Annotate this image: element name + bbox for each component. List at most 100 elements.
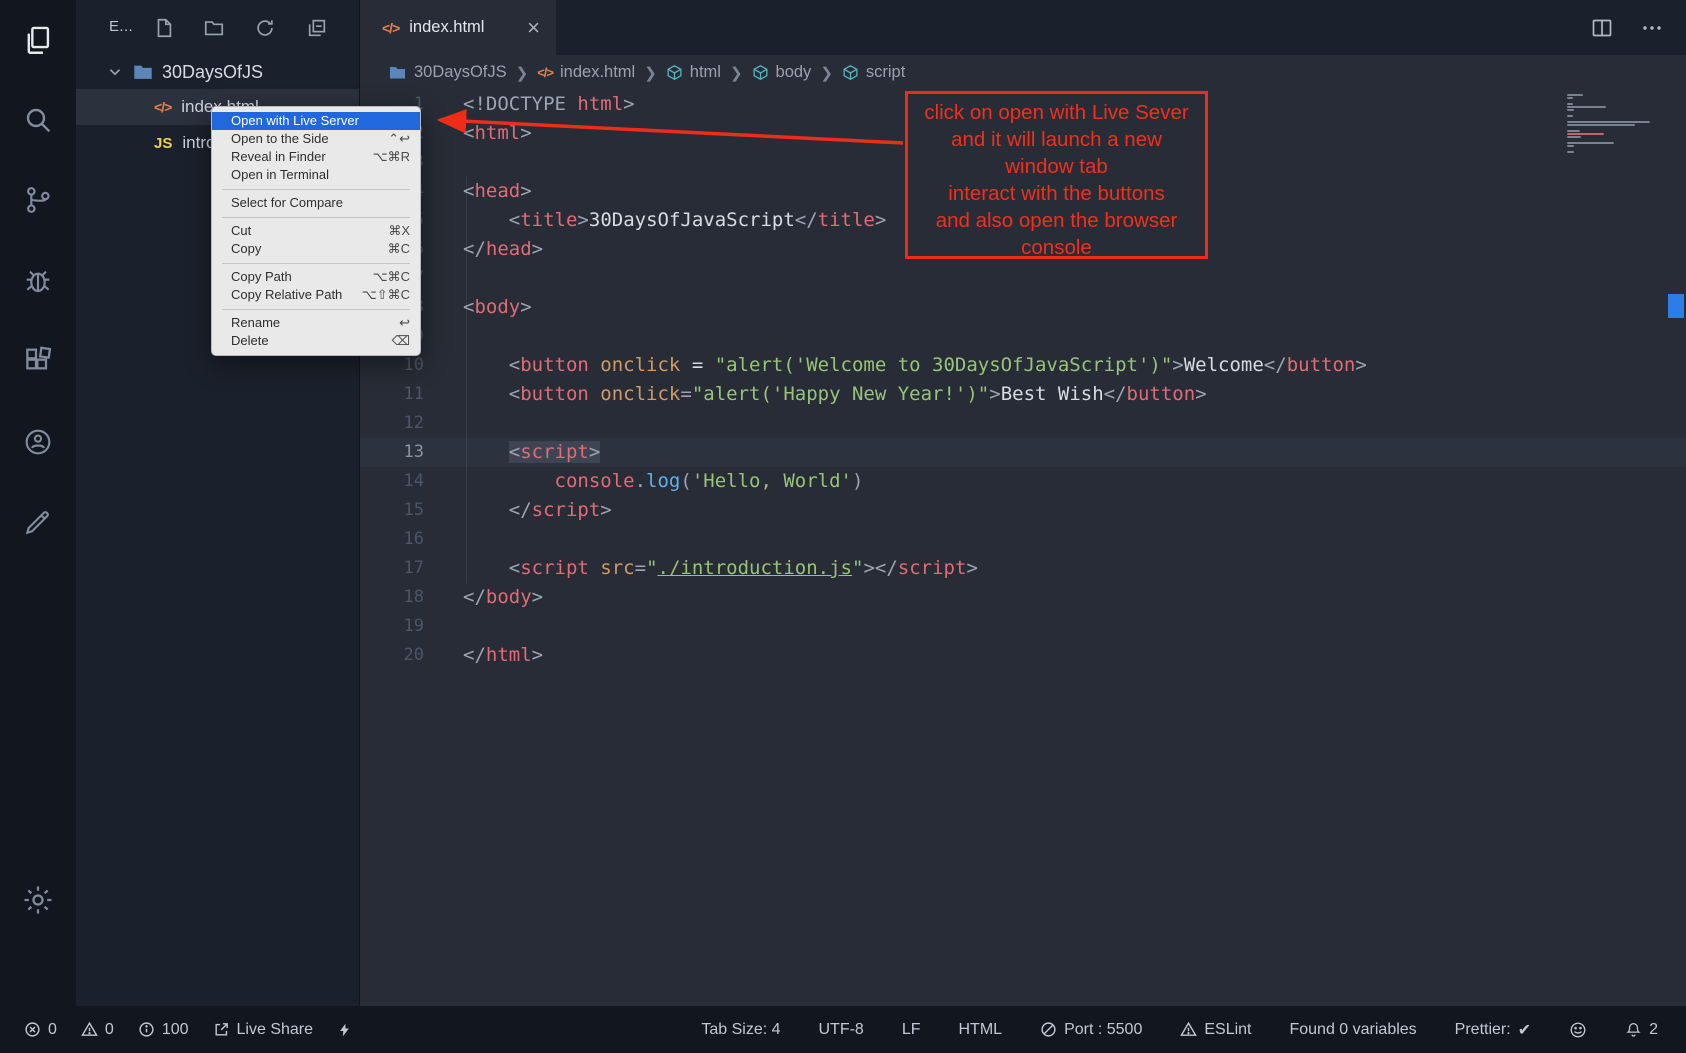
chevron-right-icon: ❯ bbox=[820, 64, 833, 82]
breadcrumb-item-html[interactable]: html bbox=[666, 63, 721, 82]
code-line-9[interactable]: 9 bbox=[360, 322, 1686, 351]
code-line-14[interactable]: 14 console.log('Hello, World') bbox=[360, 467, 1686, 496]
tab-index-html[interactable]: </> index.html × bbox=[360, 0, 556, 55]
encoding-status[interactable]: UTF-8 bbox=[819, 1021, 864, 1039]
tab-close-icon[interactable]: × bbox=[527, 17, 540, 39]
folder-icon bbox=[132, 61, 154, 83]
overview-ruler-marker[interactable] bbox=[1668, 294, 1684, 318]
language-mode-status[interactable]: HTML bbox=[959, 1021, 1003, 1039]
minimap-line bbox=[1567, 115, 1573, 117]
breadcrumb-item-folder[interactable]: 30DaysOfJS bbox=[388, 63, 507, 82]
code-text: <!DOCTYPE html> bbox=[463, 90, 635, 119]
bell-icon bbox=[1625, 1021, 1642, 1039]
new-file-icon bbox=[153, 17, 175, 39]
menu-item-cut[interactable]: Cut ⌘X bbox=[212, 222, 420, 240]
code-line-19[interactable]: 19 bbox=[360, 612, 1686, 641]
activity-bar bbox=[0, 0, 76, 1006]
errors-status[interactable]: 0 bbox=[24, 1021, 57, 1039]
html-file-icon: </> bbox=[154, 99, 171, 115]
menu-item-copy[interactable]: Copy ⌘C bbox=[212, 240, 420, 258]
live-server-port-status[interactable]: Port : 5500 bbox=[1040, 1021, 1142, 1039]
minimap-line bbox=[1567, 121, 1650, 123]
code-text: <script> bbox=[463, 438, 600, 467]
more-actions-icon bbox=[1640, 16, 1664, 40]
refresh-icon bbox=[254, 17, 276, 39]
split-editor-button[interactable] bbox=[1590, 16, 1614, 40]
more-actions-button[interactable] bbox=[1640, 16, 1664, 40]
code-line-13[interactable]: 13 <script> bbox=[360, 438, 1686, 467]
live-share-button[interactable] bbox=[16, 420, 60, 464]
info-status[interactable]: 100 bbox=[138, 1021, 189, 1039]
code-text: <html> bbox=[463, 119, 532, 148]
warnings-status[interactable]: 0 bbox=[81, 1021, 114, 1039]
menu-item-reveal-in-finder[interactable]: Reveal in Finder ⌥⌘R bbox=[212, 148, 420, 166]
menu-item-open-in-terminal[interactable]: Open in Terminal bbox=[212, 166, 420, 184]
code-line-20[interactable]: 20</html> bbox=[360, 641, 1686, 670]
new-folder-button[interactable] bbox=[201, 15, 227, 41]
code-line-8[interactable]: 8<body> bbox=[360, 293, 1686, 322]
folder-root-30daysofjs[interactable]: 30DaysOfJS bbox=[76, 55, 359, 89]
menu-item-copy-relative-path[interactable]: Copy Relative Path ⌥⇧⌘C bbox=[212, 286, 420, 304]
source-control-button[interactable] bbox=[16, 178, 60, 222]
eol-status[interactable]: LF bbox=[902, 1021, 921, 1039]
variables-status[interactable]: Found 0 variables bbox=[1289, 1021, 1416, 1039]
code-line-7[interactable]: 7 bbox=[360, 264, 1686, 293]
code-text: <script src="./introduction.js"></script… bbox=[463, 554, 978, 583]
line-number: 14 bbox=[360, 467, 424, 496]
code-line-12[interactable]: 12 bbox=[360, 409, 1686, 438]
search-button[interactable] bbox=[16, 98, 60, 142]
lightning-status[interactable] bbox=[337, 1021, 359, 1039]
info-circle-icon bbox=[138, 1021, 155, 1038]
minimap[interactable] bbox=[1567, 94, 1662, 154]
js-file-icon: JS bbox=[154, 135, 172, 152]
feedback-smiley-status[interactable] bbox=[1569, 1021, 1587, 1039]
folder-icon bbox=[388, 63, 407, 82]
eslint-status[interactable]: ESLint bbox=[1180, 1021, 1251, 1039]
chevron-right-icon: ❯ bbox=[516, 64, 529, 82]
code-text: console.log('Hello, World') bbox=[463, 467, 863, 496]
tab-size-status[interactable]: Tab Size: 4 bbox=[701, 1021, 780, 1039]
code-line-11[interactable]: 11 <button onclick="alert('Happy New Yea… bbox=[360, 380, 1686, 409]
minimap-line bbox=[1567, 151, 1574, 153]
refresh-button[interactable] bbox=[252, 15, 278, 41]
breadcrumb-item-file[interactable]: </> index.html bbox=[537, 63, 635, 82]
code-text: <button onclick="alert('Happy New Year!'… bbox=[463, 380, 1207, 409]
live-share-status[interactable]: Live Share bbox=[213, 1021, 314, 1039]
code-line-18[interactable]: 18</body> bbox=[360, 583, 1686, 612]
status-bar: 0 0 100 Live Share Tab Size: 4 UTF-8 LF … bbox=[0, 1006, 1686, 1053]
extensions-button[interactable] bbox=[16, 339, 60, 383]
symbol-cube-icon bbox=[666, 64, 683, 81]
breadcrumb-item-script[interactable]: script bbox=[842, 63, 905, 82]
root-folder-label: 30DaysOfJS bbox=[162, 62, 263, 83]
settings-button[interactable] bbox=[16, 878, 60, 922]
prettier-status[interactable]: Prettier: ✔ bbox=[1455, 1020, 1531, 1040]
tab-label: index.html bbox=[409, 18, 484, 37]
menu-item-rename[interactable]: Rename ↩ bbox=[212, 314, 420, 332]
menu-item-delete[interactable]: Delete ⌫ bbox=[212, 332, 420, 350]
edit-feedback-button[interactable] bbox=[16, 500, 60, 544]
lightning-icon bbox=[337, 1021, 352, 1039]
port-slash-icon bbox=[1040, 1021, 1057, 1038]
code-line-17[interactable]: 17 <script src="./introduction.js"></scr… bbox=[360, 554, 1686, 583]
code-line-15[interactable]: 15 </script> bbox=[360, 496, 1686, 525]
check-icon: ✔ bbox=[1518, 1020, 1531, 1040]
menu-item-open-to-the-side[interactable]: Open to the Side ⌃↩ bbox=[212, 130, 420, 148]
new-file-button[interactable] bbox=[151, 15, 177, 41]
code-line-10[interactable]: 10 <button onclick = "alert('Welcome to … bbox=[360, 351, 1686, 380]
code-text: <body> bbox=[463, 293, 532, 322]
debug-button[interactable] bbox=[16, 259, 60, 303]
menu-item-copy-path[interactable]: Copy Path ⌥⌘C bbox=[212, 268, 420, 286]
html-file-icon: </> bbox=[537, 65, 553, 80]
code-line-16[interactable]: 16 bbox=[360, 525, 1686, 554]
notifications-status[interactable]: 2 bbox=[1625, 1021, 1658, 1039]
collapse-all-button[interactable] bbox=[304, 15, 330, 41]
menu-item-open-with-live-server[interactable]: Open with Live Server bbox=[212, 112, 420, 130]
menu-item-select-for-compare[interactable]: Select for Compare bbox=[212, 194, 420, 212]
code-text: </html> bbox=[463, 641, 543, 670]
explorer-button[interactable] bbox=[16, 18, 60, 62]
smiley-icon bbox=[1569, 1021, 1587, 1039]
edit-feedback-icon bbox=[22, 506, 54, 538]
breadcrumb-item-body[interactable]: body bbox=[752, 63, 812, 82]
status-left: 0 0 100 Live Share bbox=[24, 1021, 359, 1039]
extensions-icon bbox=[22, 345, 54, 377]
